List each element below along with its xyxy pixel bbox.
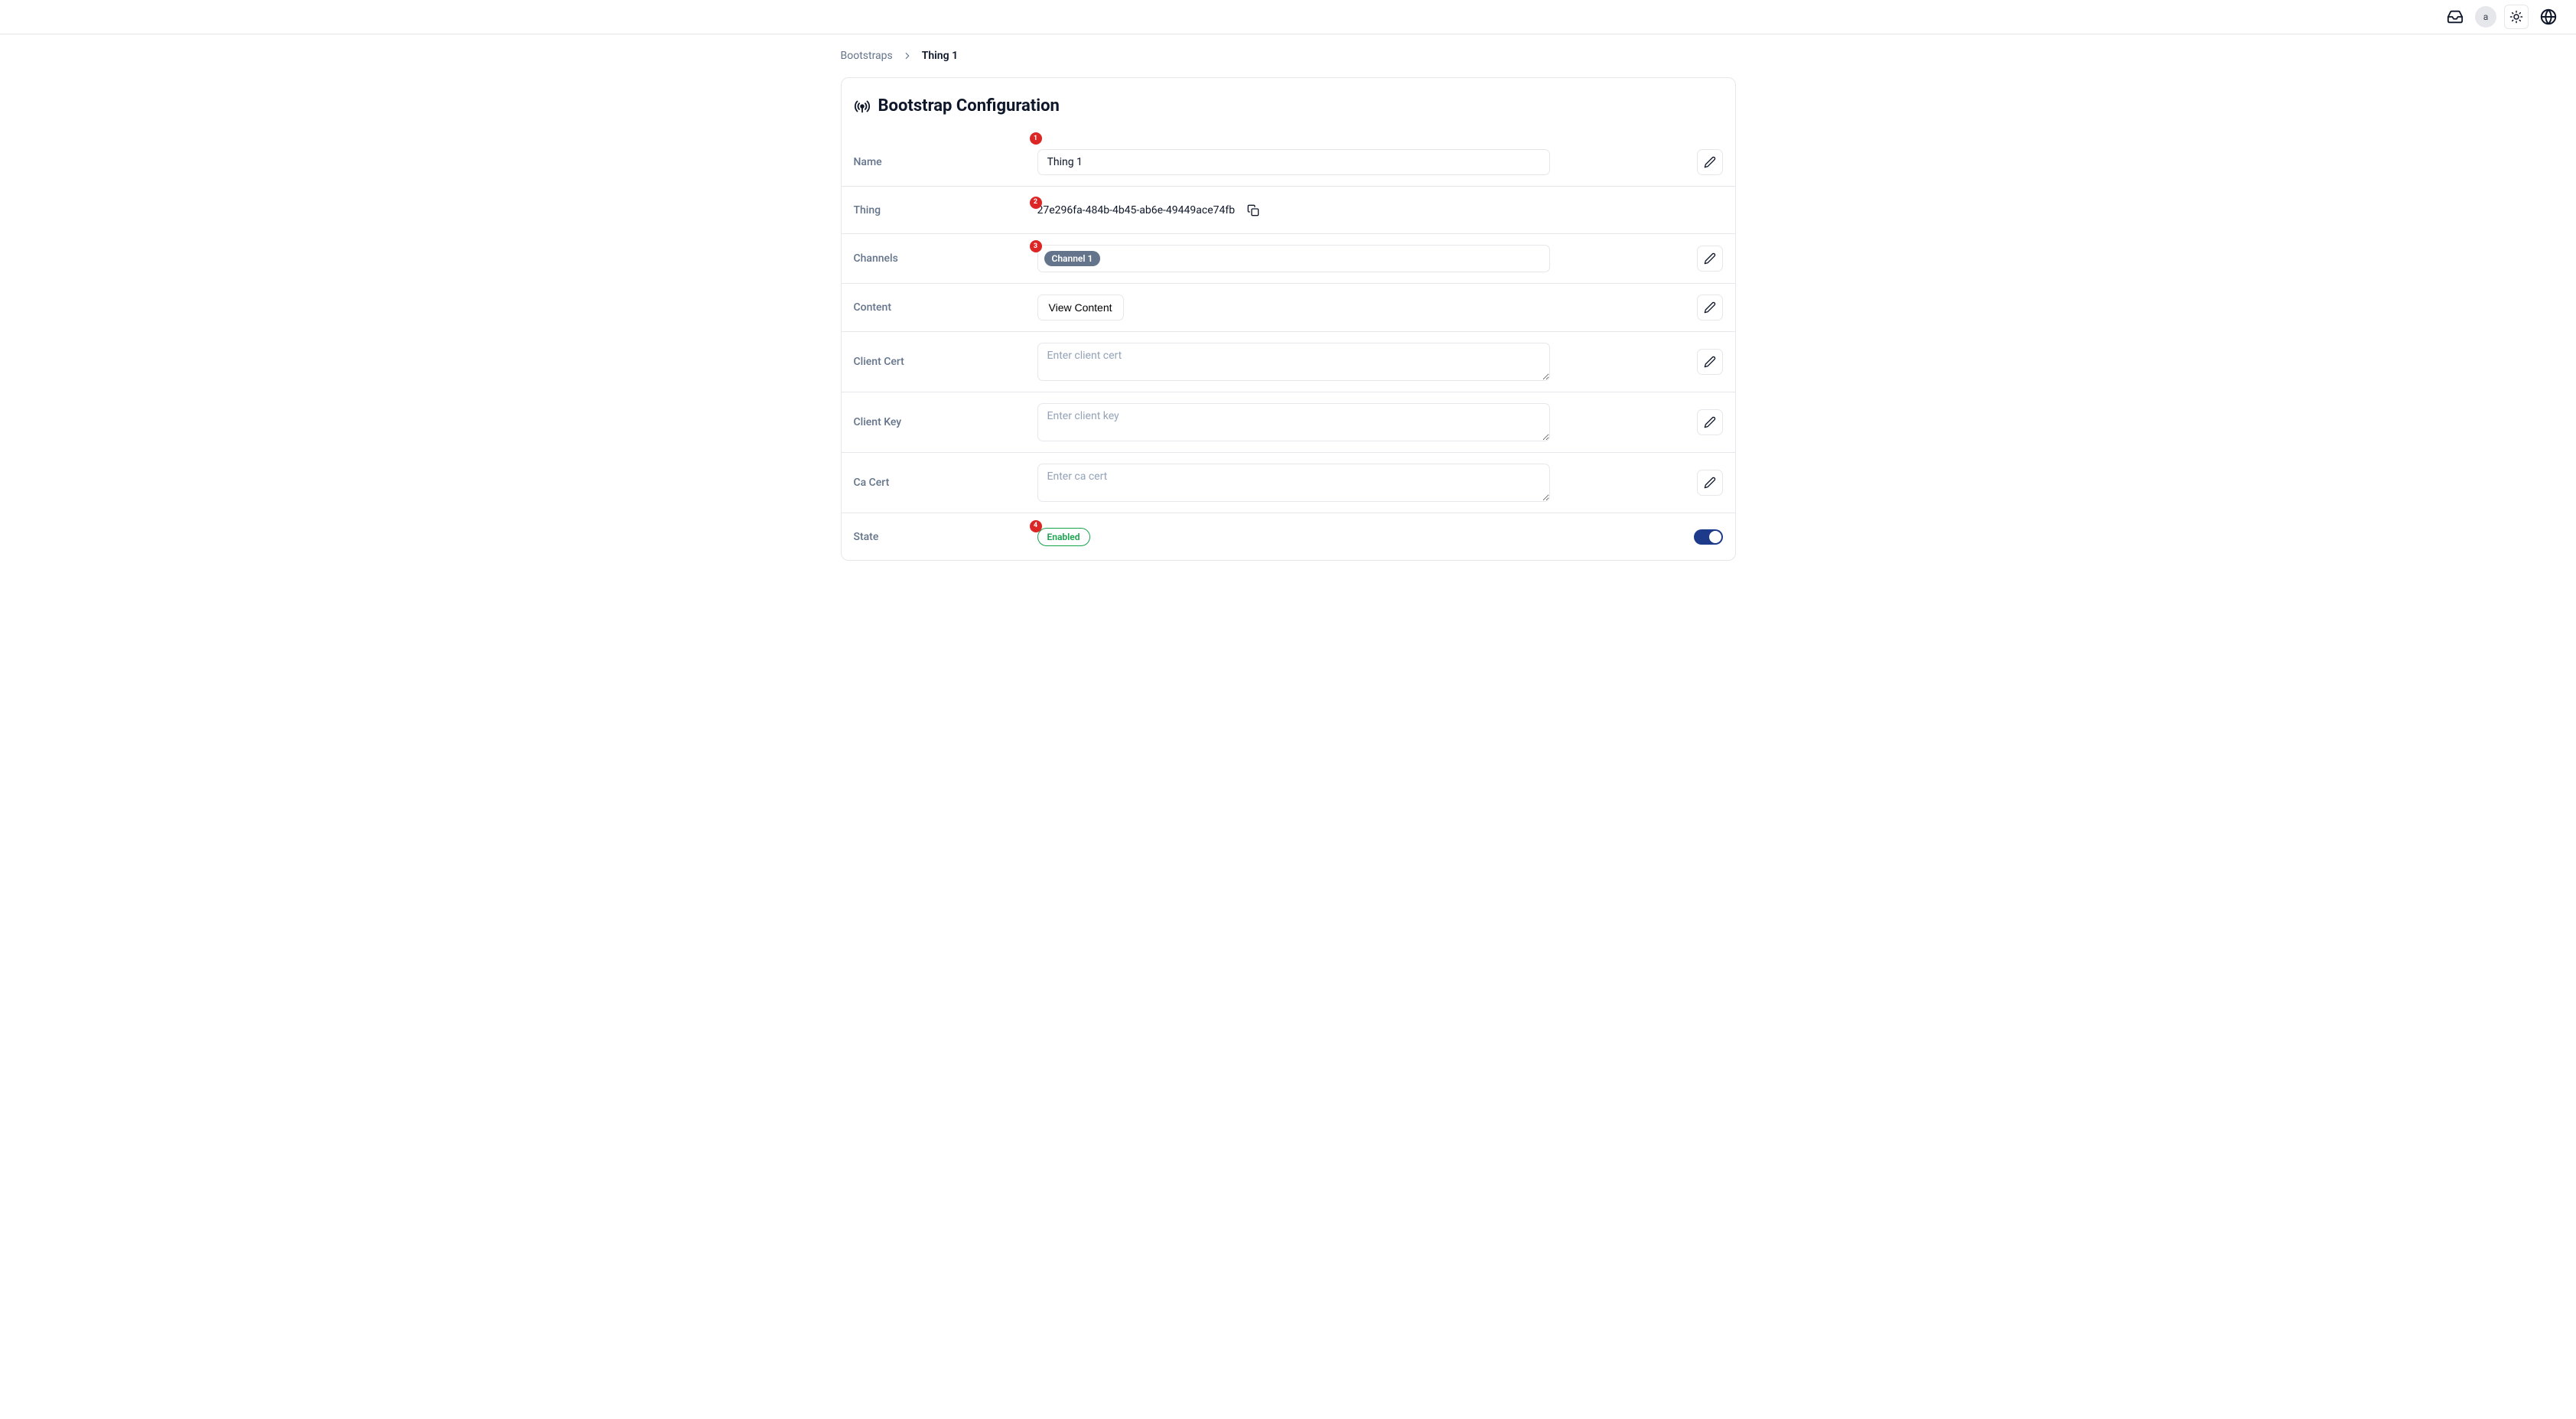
channels-input[interactable]: Channel 1	[1037, 245, 1550, 272]
page-title: Bootstrap Configuration	[878, 96, 1060, 116]
inbox-icon	[2447, 8, 2464, 25]
copy-thing-id-button[interactable]	[1244, 201, 1262, 220]
channel-chip: Channel 1	[1044, 251, 1101, 266]
broadcast-icon	[854, 98, 871, 115]
breadcrumb: Bootstraps Thing 1	[841, 34, 1736, 77]
row-content: Content View Content	[842, 283, 1735, 331]
row-client-key: Client Key	[842, 392, 1735, 452]
breadcrumb-root[interactable]: Bootstraps	[841, 50, 893, 62]
language-button[interactable]	[2536, 5, 2561, 29]
avatar[interactable]: a	[2475, 6, 2496, 28]
label-ca-cert: Ca Cert	[854, 477, 1037, 489]
view-content-button[interactable]: View Content	[1037, 295, 1124, 321]
row-channels: Channels 3 Channel 1	[842, 233, 1735, 283]
chevron-right-icon	[902, 50, 913, 61]
pencil-icon	[1704, 416, 1716, 428]
breadcrumb-current: Thing 1	[922, 50, 958, 62]
client-cert-input[interactable]	[1037, 343, 1550, 381]
copy-icon	[1247, 204, 1259, 216]
row-name: Name 1	[842, 128, 1735, 186]
label-client-key: Client Key	[854, 416, 1037, 428]
label-thing: Thing	[854, 204, 1037, 216]
step-marker-2: 2	[1030, 197, 1042, 209]
label-channels: Channels	[854, 252, 1037, 265]
globe-icon	[2540, 8, 2557, 25]
pencil-icon	[1704, 252, 1716, 265]
row-ca-cert: Ca Cert	[842, 452, 1735, 513]
state-toggle[interactable]	[1694, 529, 1723, 545]
pencil-icon	[1704, 477, 1716, 489]
ca-cert-input[interactable]	[1037, 464, 1550, 502]
theme-toggle-button[interactable]	[2504, 5, 2529, 29]
toggle-knob	[1709, 531, 1721, 543]
edit-client-key-button[interactable]	[1697, 409, 1723, 435]
inbox-button[interactable]	[2443, 5, 2467, 29]
edit-content-button[interactable]	[1697, 295, 1723, 321]
row-client-cert: Client Cert	[842, 331, 1735, 392]
name-input[interactable]	[1037, 149, 1550, 175]
thing-id-value: 27e296fa-484b-4b45-ab6e-49449ace74fb	[1037, 204, 1236, 216]
row-state: State 4 Enabled	[842, 513, 1735, 560]
row-thing: Thing 2 27e296fa-484b-4b45-ab6e-49449ace…	[842, 186, 1735, 233]
pencil-icon	[1704, 356, 1716, 368]
step-marker-1: 1	[1030, 132, 1042, 145]
label-content: Content	[854, 301, 1037, 314]
card-header: Bootstrap Configuration	[842, 90, 1735, 128]
label-name: Name	[854, 156, 1037, 168]
state-badge: Enabled	[1037, 528, 1090, 546]
pencil-icon	[1704, 156, 1716, 168]
edit-client-cert-button[interactable]	[1697, 349, 1723, 375]
topbar: a	[0, 0, 2576, 34]
edit-channels-button[interactable]	[1697, 246, 1723, 272]
step-marker-4: 4	[1030, 520, 1042, 532]
label-client-cert: Client Cert	[854, 356, 1037, 368]
avatar-initial: a	[2483, 11, 2489, 22]
edit-name-button[interactable]	[1697, 149, 1723, 175]
step-marker-3: 3	[1030, 240, 1042, 252]
edit-ca-cert-button[interactable]	[1697, 470, 1723, 496]
sun-icon	[2509, 10, 2523, 24]
config-card: Bootstrap Configuration Name 1 Thing	[841, 77, 1736, 561]
label-state: State	[854, 531, 1037, 543]
client-key-input[interactable]	[1037, 403, 1550, 441]
pencil-icon	[1704, 301, 1716, 314]
